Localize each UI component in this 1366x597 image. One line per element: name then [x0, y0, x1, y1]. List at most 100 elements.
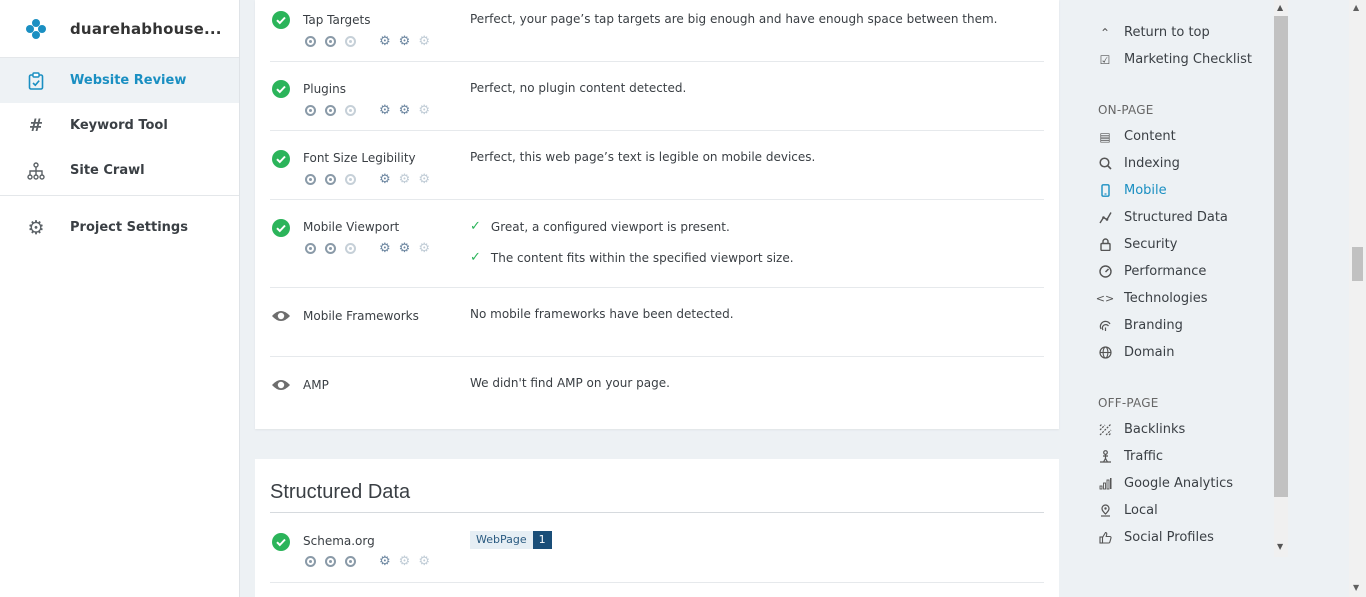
nav-link-label: Content [1124, 129, 1176, 144]
difficulty-gear-icon: ⚙ [398, 554, 411, 569]
nav-link-indexing[interactable]: Indexing [1098, 156, 1180, 171]
nav-link-security[interactable]: Security [1098, 237, 1177, 252]
check-row-schema-org: Schema.org ⚙ ⚙ ⚙ [270, 513, 1044, 583]
importance-meters: ⚙ ⚙ ⚙ [305, 34, 438, 49]
check-row-mobile-frameworks: Mobile Frameworks No mobile frameworks h… [270, 288, 1044, 357]
section-nav-scrollbar[interactable]: ▲ ▼ [1274, 0, 1288, 557]
priority-target-icon [325, 556, 336, 567]
nav-link-branding[interactable]: Branding [1098, 318, 1183, 333]
nav-link-social-profiles[interactable]: Social Profiles [1098, 530, 1214, 545]
priority-target-icon [325, 36, 336, 47]
nav-link-backlinks[interactable]: Backlinks [1098, 422, 1185, 437]
scrollbar-thumb[interactable] [1274, 16, 1288, 497]
globe-icon [1098, 346, 1112, 359]
gauge-icon [1098, 265, 1112, 278]
check-label: Font Size Legibility [303, 151, 416, 165]
pass-check-icon [272, 219, 290, 237]
nav-link-label: Local [1124, 503, 1158, 518]
priority-target-icon [305, 556, 316, 567]
difficulty-gear-icon: ⚙ [398, 172, 411, 187]
sidebar-item-project-settings[interactable]: ⚙ Project Settings [0, 205, 239, 250]
code-icon: <> [1095, 292, 1115, 305]
check-row-mobile-viewport: Mobile Viewport ⚙ ⚙ ⚙ ✓ Great, a configure… [270, 200, 1044, 288]
nav-link-local[interactable]: Local [1098, 503, 1158, 518]
priority-target-icon [345, 105, 356, 116]
mobile-section-card: Tap Targets ⚙ ⚙ ⚙ Perfect, your page’s tap… [255, 0, 1059, 429]
priority-target-icon [345, 174, 356, 185]
sidebar-item-site-crawl[interactable]: Site Crawl [0, 148, 239, 193]
sidebar-item-website-review[interactable]: Website Review [0, 58, 239, 103]
nav-link-label: Structured Data [1124, 210, 1228, 225]
fingerprint-icon [1098, 319, 1112, 332]
priority-target-icon [325, 243, 336, 254]
check-label: Plugins [303, 82, 346, 96]
sidebar-item-keyword-tool[interactable]: # Keyword Tool [0, 103, 239, 148]
brand-logo-icon [26, 18, 46, 39]
priority-target-icon [345, 243, 356, 254]
difficulty-gear-icon: ⚙ [418, 34, 430, 49]
scroll-down-arrow-icon[interactable]: ▼ [1353, 583, 1359, 592]
nav-link-label: Marketing Checklist [1124, 52, 1253, 67]
nav-link-google-analytics[interactable]: Google Analytics [1098, 476, 1233, 491]
scroll-down-arrow-icon[interactable]: ▼ [1277, 542, 1283, 551]
priority-target-icon [325, 105, 336, 116]
graph-icon [1098, 211, 1112, 224]
sitemap-icon [26, 161, 46, 180]
sidebar-item-label: Website Review [70, 73, 187, 88]
document-icon: ▤ [1099, 129, 1111, 144]
priority-target-icon [305, 243, 316, 254]
check-mark-icon: ✓ [470, 219, 481, 234]
check-label: AMP [303, 378, 329, 392]
nav-link-label: Traffic [1124, 449, 1164, 464]
check-row-amp: AMP We didn't find AMP on your page. [270, 357, 1044, 429]
difficulty-gear-icon: ⚙ [379, 554, 391, 569]
check-label: Mobile Viewport [303, 220, 400, 234]
difficulty-gear-icon: ⚙ [418, 554, 430, 569]
info-eye-icon [272, 311, 290, 321]
nav-link-technologies[interactable]: <> Technologies [1095, 291, 1208, 306]
check-detail-line: ✓ Great, a configured viewport is presen… [470, 219, 730, 234]
project-header[interactable]: duarehabhouse... [0, 0, 239, 58]
check-detail-line: ✓ The content fits within the specified … [470, 250, 794, 265]
nav-link-traffic[interactable]: Traffic [1098, 449, 1163, 464]
nav-link-mobile[interactable]: Mobile [1098, 183, 1167, 198]
pin-icon [1098, 504, 1112, 517]
difficulty-gear-icon: ⚙ [379, 241, 391, 256]
project-name: duarehabhouse... [70, 19, 222, 38]
sidebar-item-label: Site Crawl [70, 163, 145, 178]
right-section-nav: ⌃ Return to top ☑ Marketing Checklist ON… [1074, 0, 1274, 597]
nav-link-label: Social Profiles [1124, 530, 1214, 545]
nav-link-label: Backlinks [1124, 422, 1186, 437]
importance-meters: ⚙ ⚙ ⚙ [305, 554, 438, 569]
check-description: Perfect, no plugin content detected. [470, 81, 687, 95]
structured-data-card: Structured Data Schema.org ⚙ ⚙ ⚙ WebPage 1 [255, 459, 1059, 597]
priority-target-icon [305, 174, 316, 185]
nav-link-domain[interactable]: Domain [1098, 345, 1174, 360]
nav-link-content[interactable]: ▤ Content [1098, 129, 1176, 144]
nav-link-label: Google Analytics [1124, 476, 1234, 491]
nav-link-performance[interactable]: Performance [1098, 264, 1206, 279]
check-description: Perfect, your page’s tap targets are big… [470, 12, 998, 26]
check-row-plugins: Plugins ⚙ ⚙ ⚙ Perfect, no plugin content d… [270, 62, 1044, 131]
scrollbar-thumb[interactable] [1352, 247, 1363, 281]
nav-link-label: Domain [1124, 345, 1175, 360]
nav-link-label: Return to top [1124, 25, 1210, 40]
nav-link-label: Performance [1124, 264, 1207, 279]
pass-check-icon [272, 80, 290, 98]
scroll-up-arrow-icon[interactable]: ▲ [1353, 3, 1359, 12]
nav-link-structured-data[interactable]: Structured Data [1098, 210, 1228, 225]
check-description: We didn't find AMP on your page. [470, 376, 670, 390]
chevron-up-icon: ⌃ [1099, 25, 1111, 40]
nav-link-marketing-checklist[interactable]: ☑ Marketing Checklist [1098, 52, 1252, 67]
mobile-icon [1098, 184, 1112, 197]
sidebar-item-label: Keyword Tool [70, 118, 168, 133]
scroll-up-arrow-icon[interactable]: ▲ [1277, 3, 1283, 12]
info-eye-icon [272, 380, 290, 390]
check-mark-icon: ✓ [470, 250, 481, 265]
nav-link-return-to-top[interactable]: ⌃ Return to top [1098, 25, 1210, 40]
difficulty-gear-icon: ⚙ [379, 172, 391, 187]
window-scrollbar[interactable]: ▲ ▼ [1349, 0, 1366, 597]
check-label: Schema.org [303, 534, 375, 548]
bar-chart-icon [1098, 477, 1112, 490]
section-title: Structured Data [270, 481, 411, 503]
